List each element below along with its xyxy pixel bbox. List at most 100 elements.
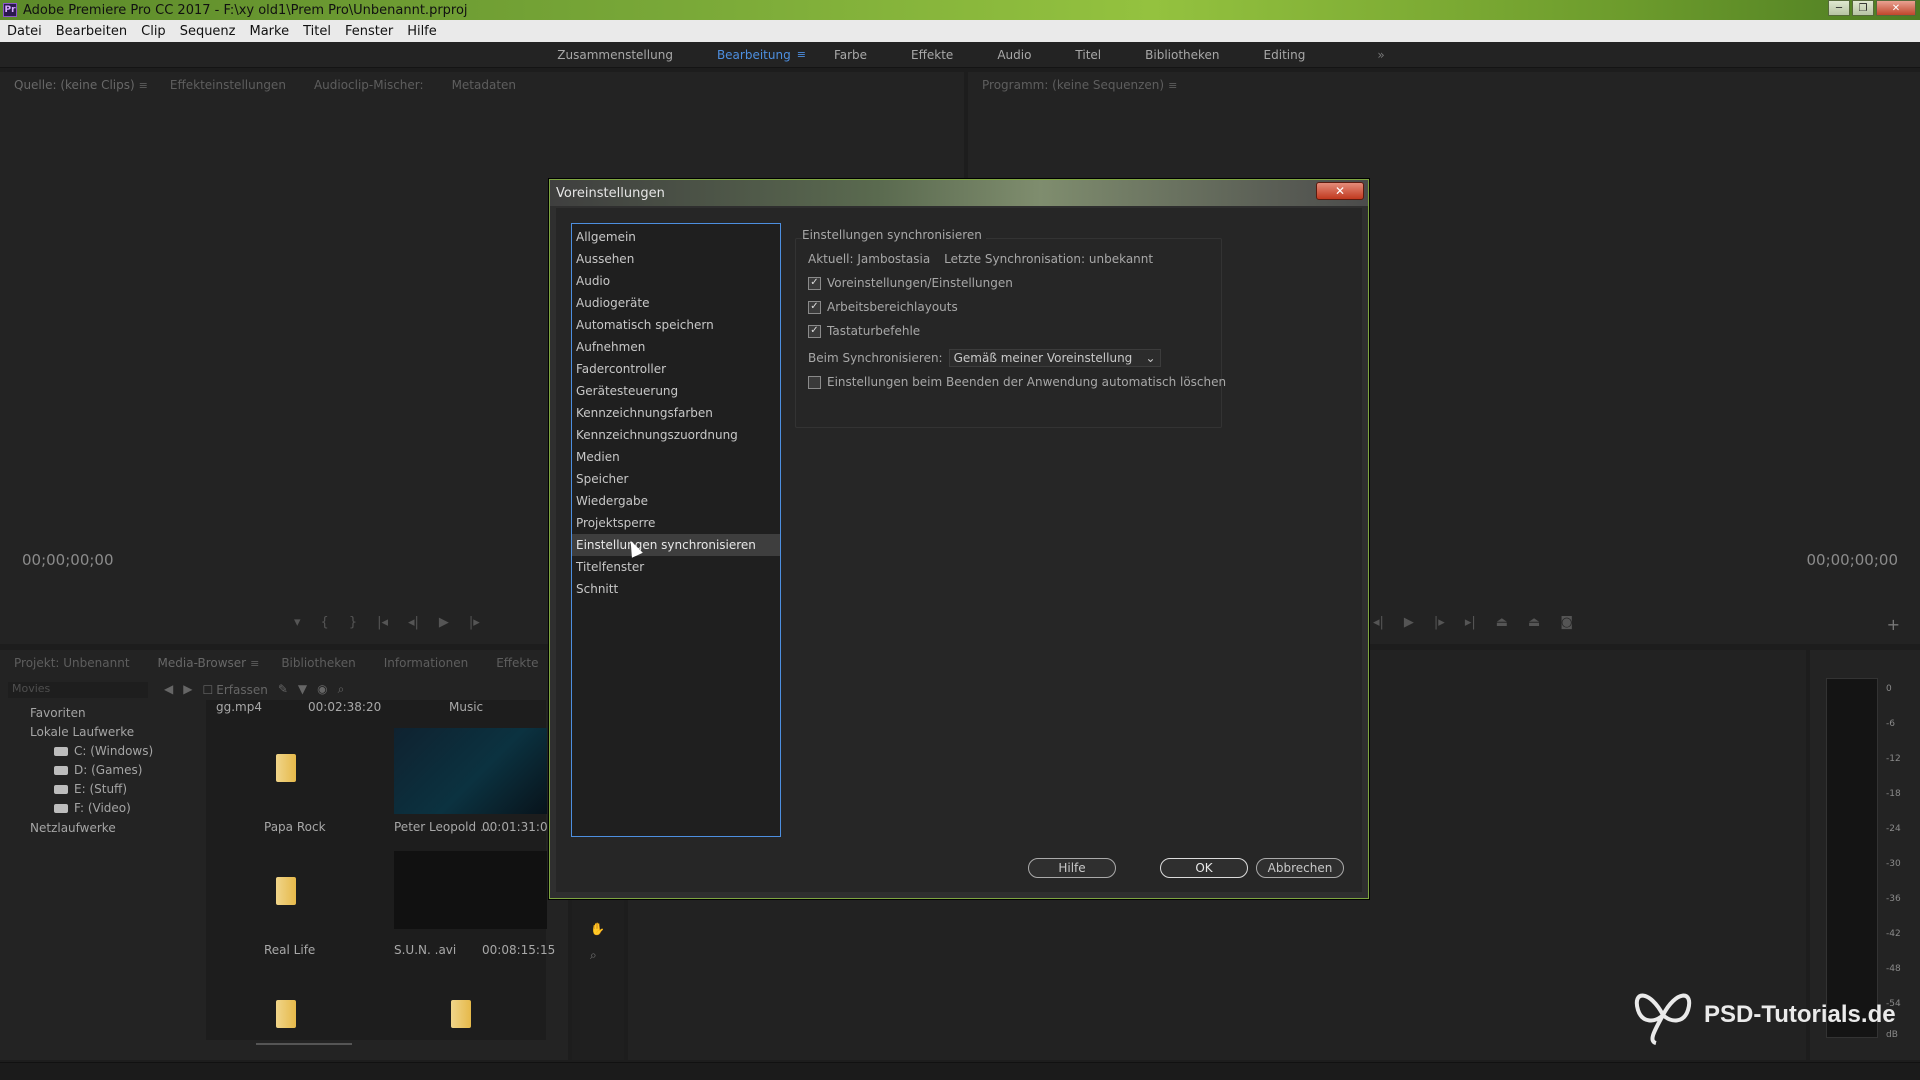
- panel-menu-icon[interactable]: ≡: [139, 79, 148, 92]
- play-icon[interactable]: ▶: [1404, 615, 1414, 630]
- category-item-selected[interactable]: Einstellungen synchronisieren: [572, 534, 780, 556]
- category-item[interactable]: Kennzeichnungsfarben: [572, 402, 780, 424]
- workspace-tab-bearbeitung[interactable]: Bearbeitung: [695, 48, 813, 62]
- auto-clear-checkbox-row[interactable]: Einstellungen beim Beenden der Anwendung…: [808, 375, 1226, 389]
- close-window-button[interactable]: ✕: [1876, 0, 1916, 16]
- tree-favorites[interactable]: Favoriten: [30, 706, 86, 720]
- source-timecode[interactable]: 00;00;00;00: [22, 551, 114, 569]
- workspace-tab-titel[interactable]: Titel: [1053, 48, 1123, 62]
- sync-prefs-checkbox-row[interactable]: ✓ Voreinstellungen/Einstellungen: [808, 276, 1013, 290]
- category-item[interactable]: Medien: [572, 446, 780, 468]
- filter-icon[interactable]: ▼: [298, 682, 307, 697]
- tree-drive-d[interactable]: D: (Games): [54, 763, 142, 777]
- capture-checkbox[interactable]: ☐ Erfassen: [202, 682, 267, 697]
- category-item[interactable]: Schnitt: [572, 578, 780, 600]
- panel-menu-icon[interactable]: ≡: [1168, 79, 1177, 92]
- mark-in-icon[interactable]: {: [321, 615, 329, 630]
- workspace-tab-effekte[interactable]: Effekte: [889, 48, 975, 62]
- step-forward-icon[interactable]: |▸: [1434, 615, 1445, 630]
- mark-out-icon[interactable]: }: [349, 615, 357, 630]
- menu-datei[interactable]: Datei: [0, 24, 49, 39]
- on-sync-dropdown[interactable]: Gemäß meiner Voreinstellung ⌄: [948, 349, 1161, 367]
- maximize-button[interactable]: ❐: [1852, 0, 1874, 16]
- category-item[interactable]: Audio: [572, 270, 780, 292]
- add-button-icon[interactable]: +: [1887, 615, 1900, 634]
- sync-shortcuts-checkbox-row[interactable]: ✓ Tastaturbefehle: [808, 324, 920, 338]
- workspace-tab-bibliotheken[interactable]: Bibliotheken: [1123, 48, 1241, 62]
- workspace-tab-editing[interactable]: Editing: [1242, 48, 1328, 62]
- go-to-out-icon[interactable]: ▸|: [1465, 615, 1476, 630]
- tree-network-drives[interactable]: Netzlaufwerke: [30, 821, 116, 835]
- tab-source[interactable]: Quelle: (keine Clips): [0, 78, 149, 92]
- zoom-tool-icon[interactable]: ⌕: [590, 948, 597, 963]
- tree-drive-e[interactable]: E: (Stuff): [54, 782, 127, 796]
- wrench-icon[interactable]: ✎: [278, 682, 288, 697]
- workspace-tab-audio[interactable]: Audio: [975, 48, 1053, 62]
- program-timecode[interactable]: 00;00;00;00: [1806, 551, 1898, 569]
- go-to-in-icon[interactable]: |◂: [377, 615, 388, 630]
- category-item[interactable]: Speicher: [572, 468, 780, 490]
- step-back-icon[interactable]: ◂|: [408, 615, 419, 630]
- category-item[interactable]: Projektsperre: [572, 512, 780, 534]
- menu-titel[interactable]: Titel: [296, 24, 338, 39]
- checkbox-checked[interactable]: ✓: [808, 324, 821, 338]
- category-item[interactable]: Titelfenster: [572, 556, 780, 578]
- tab-project[interactable]: Projekt: Unbenannt: [0, 656, 144, 670]
- category-item[interactable]: Aufnehmen: [572, 336, 780, 358]
- tab-audio-clip-mixer[interactable]: Audioclip-Mischer:: [300, 78, 438, 92]
- tab-program[interactable]: Programm: (keine Sequenzen): [968, 78, 1178, 92]
- grid-item-real-life[interactable]: Real Life: [206, 843, 376, 963]
- menu-sequenz[interactable]: Sequenz: [173, 24, 243, 39]
- tab-effects[interactable]: Effekte: [482, 656, 552, 670]
- marker-icon[interactable]: ▾: [294, 615, 301, 630]
- category-item[interactable]: Audiogeräte: [572, 292, 780, 314]
- tab-info[interactable]: Informationen: [370, 656, 482, 670]
- tab-metadata[interactable]: Metadaten: [438, 78, 530, 92]
- minimize-button[interactable]: ─: [1828, 0, 1850, 16]
- category-item[interactable]: Gerätesteuerung: [572, 380, 780, 402]
- sync-workspaces-checkbox-row[interactable]: ✓ Arbeitsbereichlayouts: [808, 300, 958, 314]
- hand-tool-icon[interactable]: ✋: [590, 922, 605, 936]
- grid-item-sun-avi[interactable]: S.U.N. .avi 00:08:15:15: [386, 843, 555, 963]
- search-icon[interactable]: ⌕: [338, 682, 345, 697]
- category-item[interactable]: Allgemein: [572, 226, 780, 248]
- workspace-tab-farbe[interactable]: Farbe: [812, 48, 889, 62]
- grid-item-peter-leopold[interactable]: Peter Leopold ... 00:01:31:02: [386, 720, 555, 840]
- tab-media-browser[interactable]: Media-Browser: [144, 656, 261, 670]
- menu-bearbeiten[interactable]: Bearbeiten: [49, 24, 134, 39]
- back-arrow-icon[interactable]: ◀: [164, 682, 173, 697]
- filter-dropdown[interactable]: Movies: [8, 682, 148, 698]
- forward-arrow-icon[interactable]: ▶: [183, 682, 192, 697]
- workspace-tab-zusammenstellung[interactable]: Zusammenstellung: [535, 48, 695, 62]
- checkbox-checked[interactable]: ✓: [808, 300, 821, 314]
- step-back-icon[interactable]: ◂|: [1373, 615, 1384, 630]
- category-item[interactable]: Automatisch speichern: [572, 314, 780, 336]
- tree-local-drives[interactable]: Lokale Laufwerke: [30, 725, 134, 739]
- category-item[interactable]: Kennzeichnungszuordnung: [572, 424, 780, 446]
- menu-clip[interactable]: Clip: [134, 24, 173, 39]
- panel-menu-icon[interactable]: ≡: [250, 657, 259, 670]
- menu-marke[interactable]: Marke: [243, 24, 297, 39]
- export-frame-icon[interactable]: ◙: [1560, 615, 1573, 630]
- checkbox-checked[interactable]: ✓: [808, 276, 821, 290]
- category-item[interactable]: Wiedergabe: [572, 490, 780, 512]
- category-item[interactable]: Aussehen: [572, 248, 780, 270]
- folder-icon[interactable]: [276, 1000, 296, 1028]
- tree-drive-f[interactable]: F: (Video): [54, 801, 131, 815]
- tree-drive-c[interactable]: C: (Windows): [54, 744, 153, 758]
- extract-icon[interactable]: ⏏: [1528, 615, 1540, 630]
- menu-hilfe[interactable]: Hilfe: [400, 24, 444, 39]
- play-icon[interactable]: ▶: [439, 615, 449, 630]
- dialog-close-button[interactable]: ✕: [1316, 182, 1364, 200]
- category-item[interactable]: Fadercontroller: [572, 358, 780, 380]
- folder-icon[interactable]: [451, 1000, 471, 1028]
- zoom-slider[interactable]: [256, 1043, 352, 1045]
- ok-button[interactable]: OK: [1160, 858, 1248, 878]
- checkbox-unchecked[interactable]: [808, 375, 821, 389]
- grid-item-papa-rock[interactable]: Papa Rock: [206, 720, 376, 840]
- workspace-overflow-icon[interactable]: »: [1377, 48, 1384, 62]
- menu-fenster[interactable]: Fenster: [338, 24, 400, 39]
- cancel-button[interactable]: Abbrechen: [1256, 858, 1344, 878]
- lift-icon[interactable]: ⏏: [1496, 615, 1508, 630]
- step-forward-icon[interactable]: |▸: [469, 615, 480, 630]
